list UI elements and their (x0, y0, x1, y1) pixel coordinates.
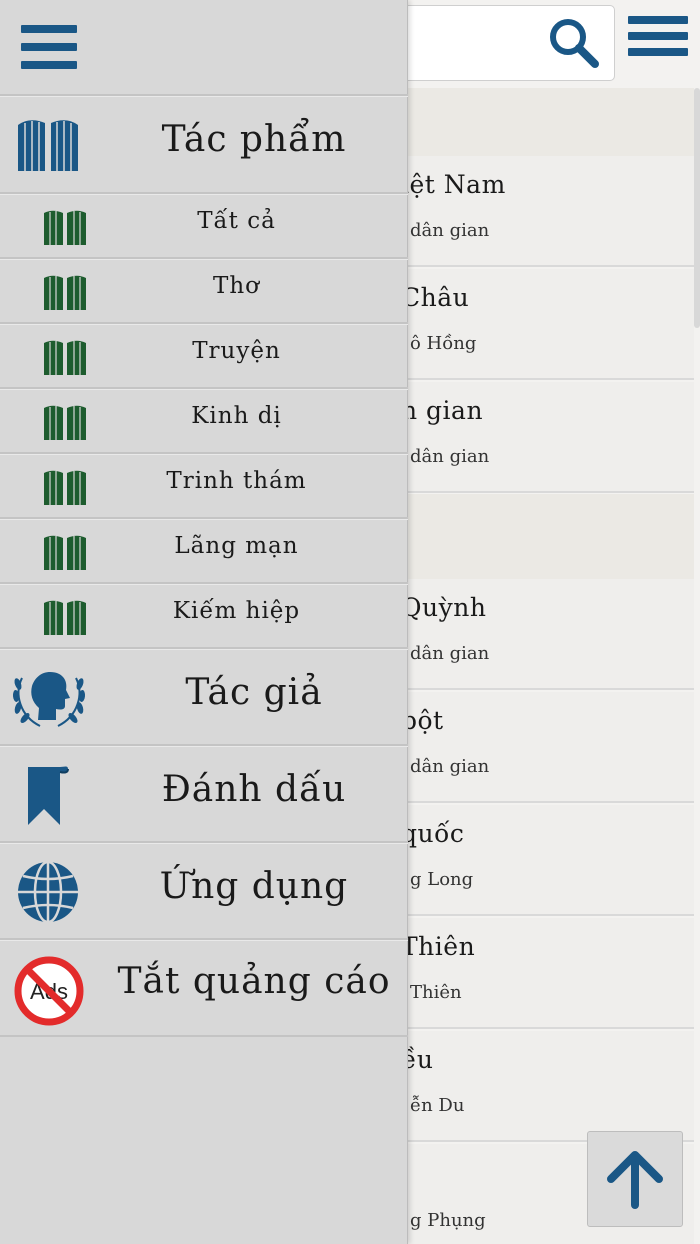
list-item-title: Thiên (407, 932, 476, 961)
search-icon[interactable] (545, 14, 603, 72)
drawer-subitem-label: Trinh thám (166, 468, 307, 494)
list-item[interactable]: iệt Nam dân gian (407, 156, 694, 267)
drawer-subitem-label: Truyện (192, 338, 281, 364)
list-item[interactable]: ều ễn Du (407, 1031, 694, 1142)
bookmark-icon (24, 761, 72, 831)
drawer-subitem-romance[interactable]: Lãng mạn (0, 519, 408, 584)
drawer-subitem-label: Kinh dị (191, 403, 282, 429)
list-item-title: quốc (407, 819, 465, 848)
menu-icon[interactable] (21, 25, 77, 73)
drawer-subitem-poetry[interactable]: Thơ (0, 259, 408, 324)
drawer-header (0, 0, 408, 96)
list-item-title: bột (407, 706, 444, 735)
globe-icon (14, 858, 82, 930)
drawer-subitem-all[interactable]: Tất cả (0, 194, 408, 259)
list-item[interactable]: Quỳnh dân gian (407, 579, 694, 690)
drawer-item-label: Đánh dấu (161, 769, 347, 810)
drawer-item-label: Tắt quảng cáo (117, 961, 391, 1002)
drawer-subitem-label: Lãng mạn (174, 533, 299, 559)
drawer-item-label: Ứng dụng (159, 866, 349, 907)
drawer-item-remove-ads[interactable]: Ads Tắt quảng cáo (0, 940, 408, 1037)
section-header (407, 88, 694, 156)
list-item[interactable]: Thiên Thiên (407, 918, 694, 1029)
no-ads-icon: Ads (13, 955, 85, 1031)
drawer-subitem-stories[interactable]: Truyện (0, 324, 408, 389)
list-item-subtitle: dân gian (410, 220, 490, 241)
section-header (407, 494, 694, 579)
drawer-item-bookmarks[interactable]: Đánh dấu (0, 746, 408, 843)
drawer-subitem-horror[interactable]: Kinh dị (0, 389, 408, 454)
list-item-subtitle: dân gian (410, 643, 490, 664)
drawer-item-label: Tác phẩm (161, 119, 347, 160)
book-open-icon (14, 117, 82, 179)
list-item-subtitle: ô Hồng (410, 333, 477, 354)
list-item-title: Châu (407, 283, 470, 312)
drawer-subitem-martial-arts[interactable]: Kiếm hiệp (0, 584, 408, 649)
list-item[interactable]: Châu ô Hồng (407, 269, 694, 380)
list-item-title: Quỳnh (407, 593, 487, 622)
drawer-subitem-label: Tất cả (197, 208, 276, 234)
drawer-item-authors[interactable]: Tác giả (0, 649, 408, 746)
drawer-item-works[interactable]: Tác phẩm (0, 96, 408, 194)
list-item[interactable]: quốc g Long (407, 805, 694, 916)
drawer-subitem-label: Kiếm hiệp (172, 598, 301, 624)
list-item-subtitle: Thiên (410, 982, 462, 1003)
arrow-up-icon (607, 1151, 663, 1209)
list-item-subtitle: g Long (410, 869, 474, 890)
list-item[interactable]: bột dân gian (407, 692, 694, 803)
list-item-subtitle: ễn Du (410, 1095, 465, 1116)
list-item-title: ều (407, 1045, 434, 1074)
scrollbar[interactable] (694, 88, 700, 328)
menu-icon[interactable] (628, 16, 688, 68)
navigation-drawer: Tác phẩm Tất cả Thơ Truyện Kinh dị Trinh… (0, 0, 408, 1244)
drawer-subitem-label: Thơ (212, 273, 260, 299)
scroll-to-top-button[interactable] (587, 1131, 683, 1227)
drawer-item-apps[interactable]: Ứng dụng (0, 843, 408, 940)
list-item-title: n gian (407, 396, 484, 425)
list-item-subtitle: dân gian (410, 756, 490, 777)
list-item-title: iệt Nam (407, 170, 506, 199)
list-item-subtitle: dân gian (410, 446, 490, 467)
list-item[interactable]: n gian dân gian (407, 382, 694, 493)
drawer-subitem-detective[interactable]: Trinh thám (0, 454, 408, 519)
author-laurel-icon (10, 664, 88, 734)
drawer-item-label: Tác giả (185, 672, 323, 713)
list-item-subtitle: g Phụng (410, 1210, 486, 1231)
